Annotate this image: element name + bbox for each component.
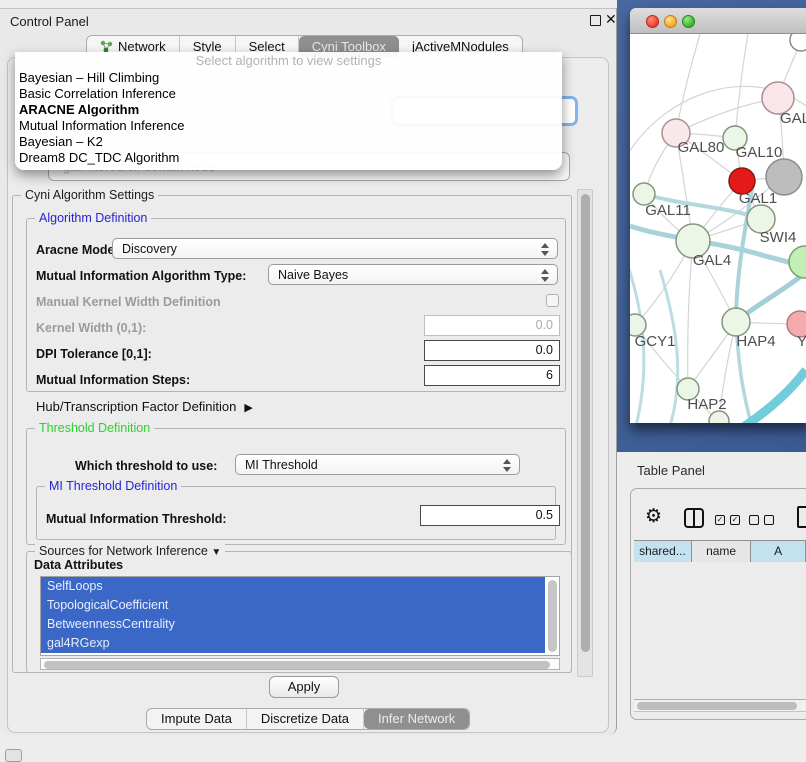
gear-icon[interactable]: ⚙ xyxy=(645,505,662,527)
node-label-swi4: SWI4 xyxy=(760,229,797,246)
mi-algorithm-type-label: Mutual Information Algorithm Type: xyxy=(36,269,246,283)
apply-button[interactable]: Apply xyxy=(269,676,339,698)
network-view-window[interactable]: GALGAL80GAL10GAL1GAL11GAL4SWI4GCY1HAP4YH… xyxy=(630,8,806,423)
manual-kernel-width-label: Manual Kernel Width Definition xyxy=(36,295,221,309)
node-label-y: Y xyxy=(797,333,806,350)
network-canvas[interactable]: GALGAL80GAL10GAL1GAL11GAL4SWI4GCY1HAP4YH… xyxy=(630,34,806,423)
algorithm-definition-title: Algorithm Definition xyxy=(35,211,151,225)
application-window: GAL GAL80 GAL10 GAL1 GAL11 GAL4 SWI4 GCY1 HAP4 Y H… xyxy=(0,0,806,762)
threshold-definition-title: Threshold Definition xyxy=(35,421,154,435)
data-attributes-list[interactable]: SelfLoopsTopologicalCoefficientBetweenne… xyxy=(40,576,560,656)
tab-impute-data[interactable]: Impute Data xyxy=(147,709,247,729)
float-window-icon[interactable] xyxy=(590,15,601,26)
data-attribute-item[interactable]: TopologicalCoefficient xyxy=(41,596,545,615)
column-header-shared[interactable]: shared... xyxy=(634,541,692,562)
column-header-name[interactable]: name xyxy=(691,541,751,562)
aracne-mode-combo[interactable]: Discovery xyxy=(112,238,558,259)
mi-threshold-definition-title: MI Threshold Definition xyxy=(45,479,181,493)
node-label-gal11: GAL11 xyxy=(645,202,691,219)
kernel-width-label: Kernel Width (0,1): xyxy=(36,321,146,335)
network-node[interactable] xyxy=(790,34,806,51)
algorithm-options-list: Bayesian – Hill ClimbingBasic Correlatio… xyxy=(15,70,562,166)
close-traffic-light-icon[interactable] xyxy=(646,15,659,28)
data-attribute-item[interactable]: BetweennessCentrality xyxy=(41,615,545,634)
algorithm-dropdown-popup: Select algorithm to view settings Bayesi… xyxy=(15,52,562,170)
mi-threshold-field[interactable]: 0.5 xyxy=(420,505,560,526)
algorithm-option-mutual-information-inference[interactable]: Mutual Information Inference xyxy=(15,118,562,134)
node-table: shared...nameA YDL19...YDL19...13YDR27..… xyxy=(634,540,806,562)
dpi-tolerance-label: DPI Tolerance [0,1]: xyxy=(36,347,152,361)
network-edges-teal xyxy=(630,189,806,423)
mi-threshold-label: Mutual Information Threshold: xyxy=(46,512,227,526)
aracne-mode-value: Discovery xyxy=(122,242,177,256)
settings-vscroll-thumb[interactable] xyxy=(581,194,590,652)
cyni-algorithm-settings-title: Cyni Algorithm Settings xyxy=(21,188,158,202)
algorithm-option-bayesian-k2[interactable]: Bayesian – K2 xyxy=(15,134,562,150)
node-label-gal80: GAL80 xyxy=(678,139,725,156)
network-node-hap4[interactable] xyxy=(722,308,750,336)
data-attribute-item[interactable]: SelfLoops xyxy=(41,577,545,596)
mi-algorithm-type-combo[interactable]: Naive Bayes xyxy=(268,264,558,285)
unchecked-checkboxes-icon[interactable] xyxy=(749,515,777,525)
chevron-down-icon: ▼ xyxy=(211,547,221,558)
close-icon[interactable]: ✕ xyxy=(605,11,617,28)
algorithm-dropdown-placeholder: Select algorithm to view settings xyxy=(15,52,562,70)
manual-kernel-width-checkbox[interactable] xyxy=(546,294,559,307)
aracne-mode-label: Aracne Mode: xyxy=(36,243,119,257)
table-panel-title: Table Panel xyxy=(637,463,705,478)
combo-stepper-icon xyxy=(541,243,550,256)
tab-discretize-data[interactable]: Discretize Data xyxy=(247,709,364,729)
settings-vertical-scrollbar[interactable] xyxy=(577,189,593,677)
which-threshold-combo[interactable]: MI Threshold xyxy=(235,454,520,475)
which-threshold-label: Which threshold to use: xyxy=(75,459,217,473)
combo-stepper-icon xyxy=(541,269,550,282)
hub-definition-label: Hub/Transcription Factor Definition xyxy=(36,399,236,414)
attributes-vscroll-thumb[interactable] xyxy=(548,580,557,652)
algorithm-option-dream8-dc-tdc-algorithm[interactable]: Dream8 DC_TDC Algorithm xyxy=(15,150,562,166)
node-label-gcy1: GCY1 xyxy=(635,333,676,350)
node-label-gal10: GAL10 xyxy=(736,144,783,161)
network-node-swi4[interactable] xyxy=(789,246,806,278)
column-header-a[interactable]: A xyxy=(750,541,806,562)
minimize-traffic-light-icon[interactable] xyxy=(664,15,677,28)
document-icon[interactable] xyxy=(797,506,806,528)
mi-steps-label: Mutual Information Steps: xyxy=(36,373,190,387)
algorithm-option-basic-correlation-inference[interactable]: Basic Correlation Inference xyxy=(15,86,562,102)
control-panel-title: Control Panel xyxy=(10,14,89,29)
node-label-gal4: GAL4 xyxy=(693,252,731,269)
table-horizontal-scrollbar[interactable] xyxy=(634,699,806,712)
node-label-gal: GAL xyxy=(780,110,806,127)
kernel-width-field[interactable]: 0.0 xyxy=(424,315,560,336)
node-label-gal1: GAL1 xyxy=(739,190,777,207)
network-graph: GALGAL80GAL10GAL1GAL11GAL4SWI4GCY1HAP4YH… xyxy=(630,34,806,423)
node-label-hap4: HAP4 xyxy=(736,333,775,350)
chevron-right-icon: ▶ xyxy=(244,401,252,414)
sources-group-title[interactable]: Sources for Network Inference ▼ xyxy=(35,544,225,558)
bottom-tabs: Impute DataDiscretize DataInfer Network xyxy=(146,708,470,730)
attributes-hscroll-thumb[interactable] xyxy=(44,661,550,669)
zoom-traffic-light-icon[interactable] xyxy=(682,15,695,28)
columns-icon[interactable] xyxy=(684,508,704,528)
data-attribute-item[interactable]: gal4RGexp xyxy=(41,634,545,653)
mi-algorithm-type-value: Naive Bayes xyxy=(278,268,348,282)
combo-stepper-icon xyxy=(503,459,512,472)
attributes-horizontal-scrollbar[interactable] xyxy=(40,658,560,670)
algorithm-option-bayesian-hill-climbing[interactable]: Bayesian – Hill Climbing xyxy=(15,70,562,86)
table-header-row: shared...nameA xyxy=(634,540,806,562)
algorithm-option-aracne-algorithm[interactable]: ARACNE Algorithm xyxy=(15,102,562,118)
table-hscroll-thumb[interactable] xyxy=(637,702,797,710)
checked-checkboxes-icon[interactable]: ✓✓ xyxy=(715,515,743,525)
hub-definition-toggle[interactable]: Hub/Transcription Factor Definition ▶ xyxy=(36,399,253,414)
which-threshold-value: MI Threshold xyxy=(245,458,318,472)
sources-title-text: Sources for Network Inference xyxy=(39,544,208,558)
network-window-titlebar[interactable] xyxy=(630,8,806,34)
mi-steps-field[interactable]: 6 xyxy=(424,365,560,386)
minimized-panel-icon[interactable] xyxy=(5,749,22,762)
data-attributes-label: Data Attributes xyxy=(34,558,123,572)
dpi-tolerance-field[interactable]: 0.0 xyxy=(424,340,560,361)
tab-infer-network[interactable]: Infer Network xyxy=(364,709,469,729)
